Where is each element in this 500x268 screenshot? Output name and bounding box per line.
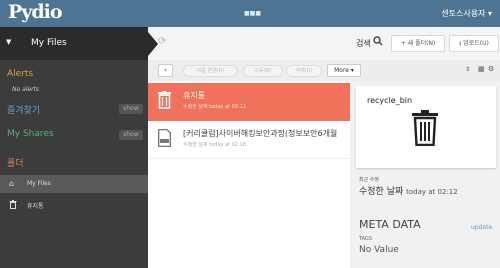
move-button[interactable]: 이동(M) [243, 65, 283, 77]
refresh-icon[interactable]: ⟳ [158, 36, 166, 47]
search-icon[interactable] [373, 36, 383, 49]
file-row[interactable]: 휴지통 수정한 날짜 today at 02:12 [148, 83, 350, 121]
gear-icon[interactable]: ⚙ [488, 65, 494, 73]
workspace-selector[interactable]: ▼ My Files [0, 27, 148, 60]
pydio-logo[interactable]: Pydio [8, 1, 63, 23]
sidebar-item-my-files[interactable]: ⌂ My Files [0, 175, 148, 193]
alerts-title: Alerts [7, 69, 34, 79]
doc-icon [158, 129, 171, 147]
action-bar [148, 27, 500, 60]
sidebar: Alerts No alerts 즐겨찾기 show My Shares sho… [0, 60, 148, 268]
caret-down-icon[interactable]: ▼ [6, 38, 11, 46]
file-name: 휴지통 [183, 91, 206, 100]
folders-title: 폴더 [7, 159, 24, 169]
file-modified: 수정한 날짜 today at 02:18 [183, 142, 247, 148]
home-icon: ⌂ [9, 179, 15, 188]
favorites-show-button[interactable]: show [119, 104, 143, 114]
no-alerts-text: No alerts [12, 86, 40, 93]
view-mode-icon[interactable]: ▦ [478, 65, 485, 73]
favorites-title: 즐겨찾기 [7, 106, 41, 116]
file-name: [커리큘럼]사이버해킹보안과정(정보보안6개월 [183, 129, 338, 138]
trash-icon [412, 110, 438, 146]
sidebar-item-label: My Files [27, 180, 51, 187]
tags-label: TAGS [359, 236, 373, 242]
upload-button[interactable]: ⭳ 업로드(U) [449, 35, 499, 52]
sidebar-item-label: 휴지통 [27, 203, 44, 210]
trash-icon [158, 91, 171, 109]
new-folder-button[interactable]: + 새 폴더(N) [391, 35, 445, 52]
file-row[interactable]: [커리큘럼]사이버해킹보안과정(정보보안6개월 수정한 날짜 today at … [148, 121, 350, 159]
workspace-name: My Files [31, 38, 67, 48]
rename-button[interactable]: 이름 변경(R) [183, 65, 238, 77]
grid-icon[interactable]: ■■■ [244, 10, 261, 17]
recent-modified-time: today at 02:12 [406, 188, 458, 196]
sidebar-toggle-icon[interactable] [148, 32, 158, 56]
sidebar-item-trash[interactable]: 휴지통 [0, 196, 148, 214]
top-header: Pydio ■■■ 센토스사용자 ▾ [0, 0, 500, 27]
recent-modified-label: 최근 수정 [359, 177, 379, 183]
delete-button[interactable]: 삭제(D) [286, 65, 322, 77]
preview-title: recycle_bin [367, 96, 413, 105]
recent-modified-main: 수정한 날짜 [359, 187, 404, 197]
shares-show-button[interactable]: show [119, 130, 143, 140]
recent-modified-value: 수정한 날짜 today at 02:12 [359, 184, 458, 197]
search-label[interactable]: 검색 [356, 38, 371, 49]
more-button[interactable]: More ▾ [327, 64, 361, 77]
back-button[interactable]: ‹ [158, 64, 173, 77]
user-menu[interactable]: 센토스사용자 ▾ [441, 8, 492, 19]
shares-title: My Shares [7, 129, 54, 139]
pydio-app: Pydio ■■■ 센토스사용자 ▾ ▼ My Files ⟳ 검색 + 새 폴… [0, 0, 500, 268]
meta-data-title: META DATA [359, 218, 421, 231]
file-modified: 수정한 날짜 today at 02:12 [183, 104, 247, 110]
tags-value: No Value [359, 245, 399, 255]
meta-update-link[interactable]: update [471, 224, 492, 231]
sort-icon[interactable]: ⇕ [465, 66, 470, 73]
trash-icon [9, 200, 17, 211]
